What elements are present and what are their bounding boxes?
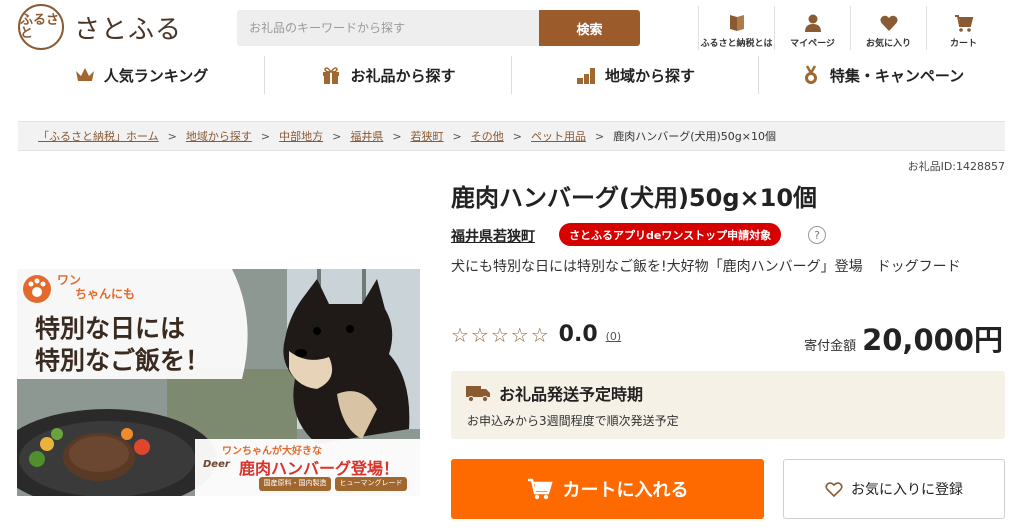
- logo-text: さとふる: [74, 14, 183, 45]
- image-pill: 国産原料・国内製造: [263, 479, 327, 487]
- logo-mark: ふるさと: [18, 4, 64, 50]
- main-nav-ranking[interactable]: 人気ランキング: [18, 56, 265, 94]
- main-nav-label: 人気ランキング: [103, 66, 209, 85]
- add-to-favorites-label: お気に入りに登録: [851, 482, 963, 498]
- price-label: 寄付金額: [804, 339, 857, 354]
- main-nav-campaign[interactable]: 特集・キャンペーン: [759, 56, 1005, 94]
- breadcrumb-separator: >: [452, 129, 462, 143]
- breadcrumb: 「ふるさと納税」ホーム > 地域から探す > 中部地方 > 福井県 > 若狭町 > その他…: [18, 121, 1005, 151]
- breadcrumb-link[interactable]: ペット用品: [531, 128, 586, 144]
- truck-icon: [466, 386, 490, 403]
- crown-icon: [75, 68, 94, 81]
- product-description: 犬にも特別な日には特別なご飯を!大好物「鹿肉ハンバーグ」登場 ドッグフード: [451, 259, 961, 275]
- rating-score: 0.0: [558, 322, 598, 347]
- review-count-link[interactable]: (0): [606, 330, 622, 343]
- header-nav-label: ふるさと納税とは: [700, 39, 773, 49]
- search-input[interactable]: [237, 10, 539, 46]
- shipping-text: お申込みから3週間程度で順次発送予定: [467, 414, 679, 428]
- price-value: 20,000円: [862, 323, 1003, 357]
- main-nav: 人気ランキング お礼品から探す 地域から探す 特集・キャンペーン: [18, 56, 1005, 94]
- image-headline-2: 特別なご飯を！: [35, 346, 211, 375]
- breadcrumb-separator: >: [392, 129, 402, 143]
- breadcrumb-current: 鹿肉ハンバーグ(犬用)50g×10個: [613, 130, 776, 143]
- header-nav-favorites[interactable]: お気に入り: [850, 6, 926, 50]
- header-nav-cart[interactable]: カート: [926, 6, 1000, 50]
- site-logo[interactable]: ふるさと さとふる: [18, 4, 182, 50]
- breadcrumb-link[interactable]: その他: [471, 128, 504, 144]
- breadcrumb-link[interactable]: 中部地方: [279, 128, 323, 144]
- shipping-title: お礼品発送予定時期: [499, 385, 644, 404]
- image-tag-bottom: ちゃんにも: [75, 287, 136, 301]
- main-nav-label: 特集・キャンペーン: [829, 66, 965, 85]
- breadcrumb-separator: >: [260, 129, 271, 143]
- image-tag-top: ワン: [57, 273, 82, 287]
- search-button[interactable]: 検索: [539, 10, 640, 46]
- logo-mark-text: ふるさと: [20, 13, 60, 41]
- cart-icon: [527, 478, 553, 500]
- image-headline-1: 特別な日には: [35, 314, 186, 343]
- breadcrumb-separator: >: [594, 129, 605, 143]
- help-icon[interactable]: ?: [808, 226, 826, 244]
- image-pill: ヒューマングレード: [339, 479, 403, 487]
- heart-outline-icon: [825, 482, 843, 497]
- breadcrumb-link[interactable]: 地域から探す: [186, 128, 252, 144]
- add-to-favorites-button[interactable]: お気に入りに登録: [783, 459, 1005, 519]
- image-brand: Deer: [203, 459, 230, 470]
- breadcrumb-separator: >: [332, 129, 342, 143]
- rating: ☆☆☆☆☆ 0.0 (0): [451, 322, 621, 347]
- add-to-cart-label: カートに入れる: [562, 480, 689, 501]
- gift-icon: [323, 67, 340, 84]
- header-nav-label: マイページ: [790, 39, 835, 49]
- star-rating-icon: ☆☆☆☆☆: [451, 322, 551, 347]
- shipping-header: お礼品発送予定時期: [465, 381, 991, 405]
- image-tag: ワン ちゃんにも: [57, 273, 135, 301]
- breadcrumb-link[interactable]: 若狭町: [411, 128, 444, 144]
- breadcrumb-separator: >: [512, 129, 522, 143]
- item-id: お礼品ID:1428857: [907, 160, 1005, 173]
- breadcrumb-link[interactable]: 「ふるさと納税」ホーム: [38, 128, 159, 144]
- main-nav-gifts[interactable]: お礼品から探す: [265, 56, 512, 94]
- product-title: 鹿肉ハンバーグ(犬用)50g×10個: [451, 184, 818, 212]
- medal-icon: [804, 65, 817, 84]
- shipping-info: お礼品発送予定時期 お申込みから3週間程度で順次発送予定: [451, 371, 1005, 439]
- book-icon: [729, 15, 744, 31]
- donation-amount: 寄付金額 20,000円: [804, 317, 1003, 359]
- main-nav-region[interactable]: 地域から探す: [512, 56, 759, 94]
- image-headline: 特別な日には 特別なご飯を！: [35, 313, 210, 377]
- breadcrumb-separator: >: [167, 129, 177, 143]
- heart-icon: [879, 15, 898, 31]
- header-nav-label: お気に入り: [865, 39, 911, 49]
- image-main-caption: 鹿肉ハンバーグ登場！: [239, 459, 400, 478]
- header-nav: ふるさと納税とは マイページ お気に入り カート: [698, 6, 1000, 50]
- app-onestop-badge: さとふるアプリdeワンストップ申請対象: [559, 223, 782, 246]
- main-nav-label: お礼品から探す: [350, 66, 456, 85]
- product-image[interactable]: ワン ちゃんにも 特別な日には 特別なご飯を！ ワンちゃんが大好きな Deer …: [17, 269, 420, 496]
- header-nav-mypage[interactable]: マイページ: [774, 6, 850, 50]
- breadcrumb-link[interactable]: 福井県: [350, 128, 383, 144]
- search-bar: 検索: [237, 10, 640, 46]
- user-icon: [804, 14, 821, 32]
- region-icon: [576, 68, 595, 84]
- cart-icon: [954, 15, 973, 32]
- add-to-cart-button[interactable]: カートに入れる: [451, 459, 764, 519]
- main-nav-label: 地域から探す: [604, 66, 695, 85]
- region-link[interactable]: 福井県若狭町: [451, 226, 535, 246]
- header-nav-about[interactable]: ふるさと納税とは: [698, 6, 774, 50]
- header-nav-label: カート: [949, 39, 977, 49]
